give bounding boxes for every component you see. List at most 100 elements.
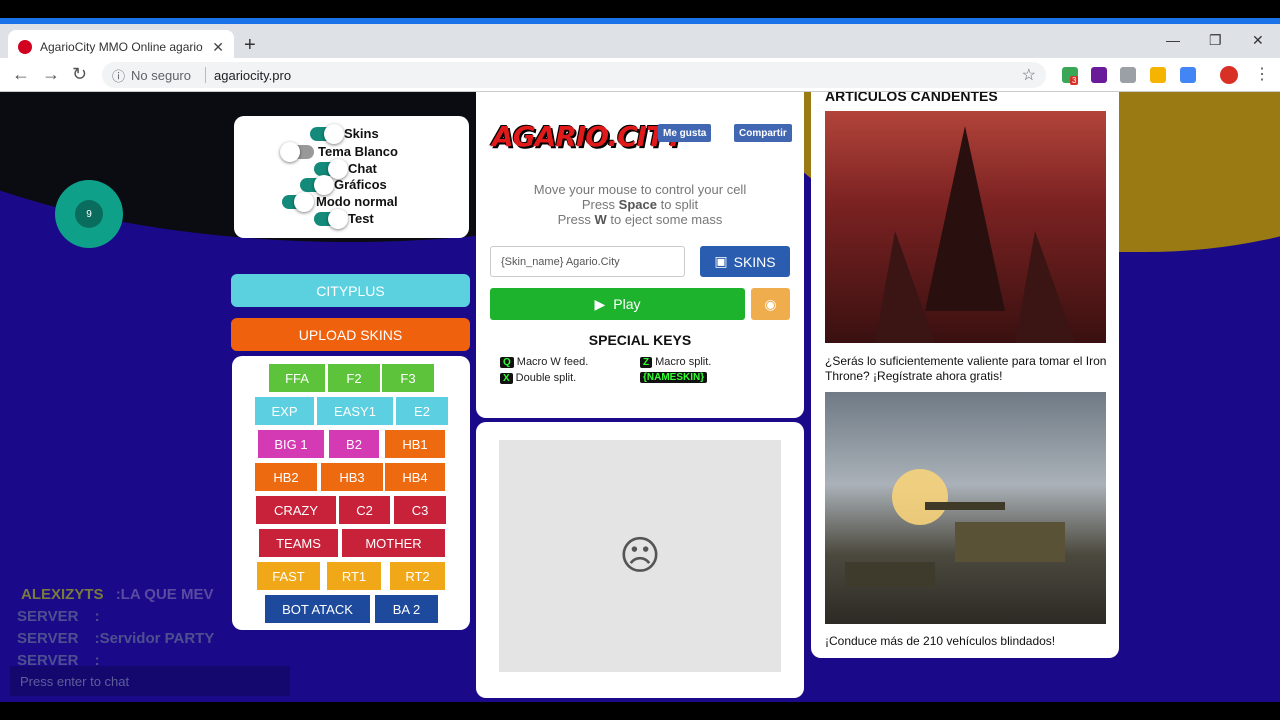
info-icon[interactable]: ⓘ [112,66,125,85]
mode-button[interactable]: HB4 [385,463,445,491]
option-modo-normal[interactable]: Modo normal [282,191,398,212]
new-tab-button[interactable]: + [244,34,256,57]
settings-panel: Skins Tema Blanco Chat Gráficos Modo nor… [234,116,469,238]
ad-placeholder: ☹ [499,440,781,672]
mode-button[interactable]: EXP [255,397,314,425]
option-skins[interactable]: Skins [310,123,379,144]
reload-icon[interactable]: ↻ [72,64,87,85]
chat-line: ALEXIZYTS :LA QUE MEV [21,586,214,603]
back-icon[interactable]: ← [12,64,30,85]
key-hint: Z Macro split. [640,356,711,368]
toggle-switch[interactable] [314,158,348,179]
articles-title: ARTICULOS CANDENTES [825,92,998,104]
mode-button[interactable]: BOT ATACK [265,595,370,623]
close-window-button[interactable]: ✕ [1252,32,1264,49]
mode-button[interactable]: BA 2 [375,595,438,623]
tab-strip: AgarioCity MMO Online agario p ✕ + — ❐ ✕ [0,18,1280,64]
tab-close-icon[interactable]: ✕ [212,39,224,56]
divider [205,67,206,83]
address-bar[interactable]: ⓘ No seguro agariocity.pro ☆ [102,62,1046,88]
tanks-image[interactable] [825,392,1106,624]
profile-avatar[interactable] [1220,66,1238,84]
mode-button[interactable]: HB3 [321,463,383,491]
fb-share-button[interactable]: Compartir [734,124,792,142]
extension-icon[interactable] [1180,67,1196,83]
instructions: Move your mouse to control your cell Pre… [476,182,804,227]
option-label: Modo normal [316,194,398,209]
cityplus-button[interactable]: CITYPLUS [231,274,470,307]
option-graficos[interactable]: Gráficos [300,174,387,195]
skins-label: SKINS [733,253,776,270]
mode-button[interactable]: BIG 1 [258,430,324,458]
key-hint: {NAMESKIN} [640,372,710,383]
restore-button[interactable]: ❐ [1209,32,1222,49]
iron-throne-image[interactable] [825,111,1106,343]
chat-input[interactable]: Press enter to chat [10,666,290,696]
mode-button[interactable]: C3 [394,496,446,524]
mode-button[interactable]: EASY1 [317,397,393,425]
toggle-switch[interactable] [314,208,348,229]
spectate-button[interactable]: ◉ [751,288,790,320]
toggle-switch[interactable] [300,174,334,195]
mode-button[interactable]: CRAZY [256,496,336,524]
play-icon: ▶ [594,295,606,312]
like-label: Me gusta [663,127,707,139]
extension-icon[interactable] [1091,67,1107,83]
site-logo: AGARIO.CITY [492,120,684,153]
screen: AgarioCity MMO Online agario p ✕ + — ❐ ✕… [0,18,1280,702]
broken-page-icon: ☹ [619,534,661,578]
option-test[interactable]: Test [314,208,374,229]
mode-button[interactable]: TEAMS [259,529,338,557]
mode-button[interactable]: FAST [257,562,320,590]
bookmark-star-icon[interactable]: ☆ [1022,65,1036,85]
upload-skins-button[interactable]: UPLOAD SKINS [231,318,470,351]
eye-icon: ◉ [764,295,777,312]
favicon-icon [18,40,32,54]
mode-button[interactable]: FFA [269,364,325,392]
mode-button[interactable]: RT1 [327,562,381,590]
tab-title: AgarioCity MMO Online agario p [40,40,207,54]
play-button[interactable]: ▶ Play [490,288,745,320]
option-tema-blanco[interactable]: Tema Blanco [280,141,398,162]
key-hint: X Double split. [500,372,576,384]
chat-line: SERVER : [17,608,100,625]
nickname-input[interactable]: {Skin_name} Agario.City [490,246,685,277]
skins-button[interactable]: ▣ SKINS [700,246,790,277]
option-chat[interactable]: Chat [314,158,377,179]
minimize-button[interactable]: — [1166,32,1180,48]
bottom-letterbox [0,702,1280,720]
article-caption[interactable]: ¡Conduce más de 210 vehículos blindados! [825,634,1110,649]
mode-button[interactable]: RT2 [390,562,445,590]
image-icon: ▣ [714,253,728,269]
ad-panel: ☹ [476,422,804,698]
url-text: agariocity.pro [214,67,292,83]
key-hint: Q Macro W feed. [500,356,588,368]
game-canvas[interactable]: 9 Skins Tema Blanco Chat Gráficos Modo n… [0,92,1280,702]
play-label: Play [613,296,641,312]
menu-dots-icon[interactable]: ⋮ [1254,64,1270,84]
mode-button[interactable]: F2 [328,364,380,392]
fb-like-button[interactable]: Me gusta [658,124,712,142]
article-caption[interactable]: ¿Serás lo suficientemente valiente para … [825,354,1110,384]
help-line: Move your mouse to control your cell [533,182,747,197]
mode-button[interactable]: MOTHER [342,529,445,557]
toggle-switch[interactable] [310,123,344,144]
mode-button[interactable]: B2 [329,430,379,458]
option-label: Gráficos [334,177,387,192]
extension-icon[interactable] [1120,67,1136,83]
forward-icon[interactable]: → [42,64,60,85]
extension-icon[interactable] [1150,67,1166,83]
special-keys-title: SPECIAL KEYS [588,332,692,348]
mode-button[interactable]: C2 [339,496,390,524]
option-label: Skins [344,126,379,141]
mode-button[interactable]: HB1 [385,430,445,458]
mode-button[interactable]: F3 [382,364,434,392]
option-label: Chat [348,161,377,176]
mode-button[interactable]: E2 [396,397,448,425]
toggle-switch[interactable] [280,141,314,162]
toggle-switch[interactable] [282,191,314,212]
mode-button[interactable]: HB2 [255,463,317,491]
browser-toolbar: ← → ↻ ⓘ No seguro agariocity.pro ☆ 3 ⋮ [0,58,1280,92]
security-label: No seguro [131,67,191,83]
player-cell: 9 [55,180,123,248]
